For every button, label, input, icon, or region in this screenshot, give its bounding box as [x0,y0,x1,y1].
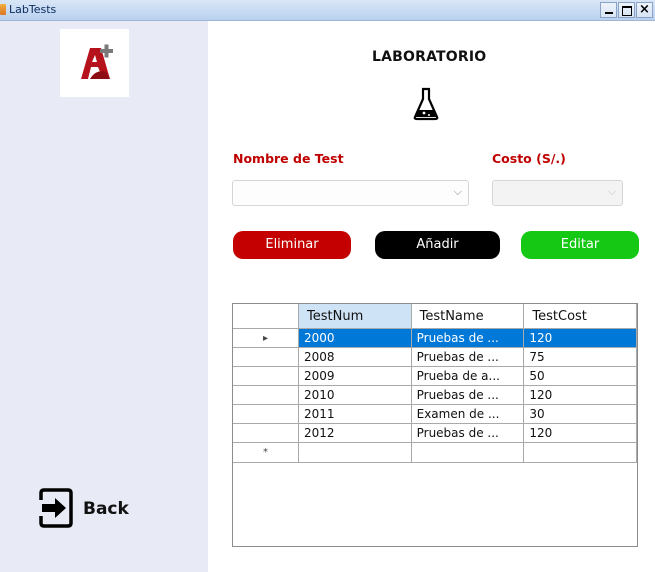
close-icon: × [639,2,650,17]
table-row[interactable]: 2010 Pruebas de ... 120 [233,385,637,405]
table-row[interactable]: 2009 Prueba de a... 50 [233,366,637,386]
test-name-label: Nombre de Test [233,151,344,166]
row-header[interactable] [233,366,300,386]
table-new-row[interactable]: * [233,442,637,463]
table-cell-testnum[interactable]: 2011 [298,404,412,424]
table-row[interactable]: 2011 Examen de ... 30 [233,404,637,424]
maximize-icon [622,6,632,16]
table-cell-testnum[interactable] [298,442,412,463]
table-cell-testname[interactable]: Pruebas de ... [410,347,525,367]
close-button[interactable]: × [636,2,653,18]
page-title: LABORATORIO [372,49,487,65]
window-title-bar[interactable]: LabTests × [0,0,655,21]
table-header-row: TestNum TestName TestCost [233,304,637,329]
table-cell-testnum[interactable]: 2000 [298,328,412,348]
row-header-new[interactable]: * [233,442,300,463]
table-cell-testname[interactable]: Pruebas de ... [410,423,525,443]
delete-button[interactable]: Eliminar [233,231,351,259]
table-row[interactable]: 2008 Pruebas de ... 75 [233,347,637,367]
test-cost-dropdown[interactable]: ⌵ [492,180,623,206]
exit-arrow-icon [39,488,73,528]
table-cell-testname[interactable]: Pruebas de ... [410,385,525,405]
table-cell-testcost[interactable]: 75 [523,347,637,367]
logo-icon [81,44,113,79]
chevron-down-icon: ⌵ [453,185,462,198]
table-row[interactable]: ▸ 2000 Pruebas de ... 120 [233,328,637,348]
table-cell-testcost[interactable] [523,442,637,463]
row-header[interactable] [233,385,300,405]
back-button[interactable]: Back [38,487,158,531]
row-header[interactable] [233,347,300,367]
test-name-dropdown[interactable]: ⌵ [232,180,469,206]
sidebar: Back [0,21,208,572]
chevron-down-icon: ⌵ [607,185,616,198]
column-header-testnum[interactable]: TestNum [298,304,412,329]
table-cell-testname[interactable]: Pruebas de ... [410,328,525,348]
table-cell-testname[interactable] [410,442,525,463]
row-header-current[interactable]: ▸ [233,328,300,348]
table-cell-testcost[interactable]: 120 [523,423,637,443]
table-cell-testnum[interactable]: 2009 [298,366,412,386]
app-logo [60,29,129,97]
table-cell-testname[interactable]: Examen de ... [410,404,525,424]
table-cell-testcost[interactable]: 120 [523,328,637,348]
app-icon [0,4,6,15]
tests-table: TestNum TestName TestCost ▸ 2000 Pruebas… [233,304,637,463]
table-cell-testnum[interactable]: 2008 [298,347,412,367]
table-cell-testcost[interactable]: 30 [523,404,637,424]
minimize-button[interactable] [600,2,617,18]
table-cell-testnum[interactable]: 2012 [298,423,412,443]
window-controls: × [600,2,653,18]
maximize-button[interactable] [618,2,635,18]
back-label: Back [83,499,129,519]
minimize-icon [605,12,613,14]
row-header[interactable] [233,423,300,443]
table-cell-testcost[interactable]: 120 [523,385,637,405]
edit-button[interactable]: Editar [521,231,639,259]
test-cost-label: Costo (S/.) [492,151,566,166]
table-cell-testnum[interactable]: 2010 [298,385,412,405]
table-row[interactable]: 2012 Pruebas de ... 120 [233,423,637,443]
row-header-corner[interactable] [233,304,300,329]
tests-data-grid[interactable]: TestNum TestName TestCost ▸ 2000 Pruebas… [232,303,638,547]
add-button[interactable]: Añadir [375,231,500,259]
flask-icon [413,87,439,121]
window-title: LabTests [9,3,57,16]
column-header-testname[interactable]: TestName [410,304,525,329]
table-cell-testcost[interactable]: 50 [523,366,637,386]
column-header-testcost[interactable]: TestCost [523,304,637,329]
table-cell-testname[interactable]: Prueba de a... [410,366,525,386]
row-header[interactable] [233,404,300,424]
